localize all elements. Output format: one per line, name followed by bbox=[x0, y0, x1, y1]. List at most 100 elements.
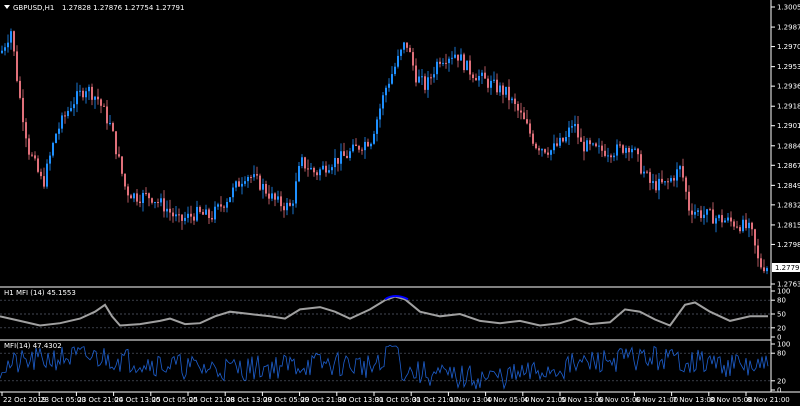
candle-body bbox=[25, 122, 27, 139]
candle-body bbox=[508, 86, 510, 101]
candle-body bbox=[514, 98, 516, 104]
candle-body bbox=[457, 54, 459, 61]
candle-body bbox=[283, 206, 285, 211]
candle-body bbox=[553, 143, 555, 151]
mfi-panel-2[interactable]: MFI(14) 47.4302 bbox=[0, 342, 771, 390]
candle-body bbox=[154, 202, 156, 204]
mfi-level-label: 50 bbox=[777, 311, 786, 319]
candle-body bbox=[619, 144, 621, 146]
candle-body bbox=[145, 192, 147, 194]
mfi1-axis: 1008050200 bbox=[771, 288, 790, 342]
candle-body bbox=[448, 58, 450, 64]
candle-body bbox=[172, 212, 174, 217]
candle-body bbox=[67, 110, 69, 117]
mfi-level-label: 20 bbox=[777, 377, 786, 385]
candle-body bbox=[235, 181, 237, 188]
candle-body bbox=[484, 72, 486, 79]
mfi-panel-1[interactable]: H1 MFI (14) 45.1553 bbox=[0, 289, 771, 329]
candle-body bbox=[583, 141, 585, 152]
candle-body bbox=[241, 183, 243, 187]
candle-body bbox=[604, 150, 606, 156]
candle-body bbox=[499, 85, 501, 93]
mfi1-line bbox=[0, 295, 768, 327]
candle-body bbox=[601, 145, 603, 151]
candle-body bbox=[55, 133, 57, 143]
candle-body bbox=[559, 137, 561, 146]
candle-body bbox=[658, 178, 660, 191]
trading-chart[interactable]: GBPUSD,H1 1.27828 1.27876 1.27754 1.2779… bbox=[0, 0, 800, 406]
candle-body bbox=[400, 49, 402, 56]
candle-body bbox=[655, 181, 657, 191]
candle-body bbox=[595, 143, 597, 147]
candle-body bbox=[739, 227, 741, 232]
chart-header: GBPUSD,H1 1.27828 1.27876 1.27754 1.2779… bbox=[4, 4, 184, 12]
candle-body bbox=[574, 123, 576, 127]
candle-body bbox=[712, 209, 714, 224]
candle-body bbox=[223, 206, 225, 208]
candle-body bbox=[748, 222, 750, 229]
candle-body bbox=[13, 31, 15, 52]
mfi1-title: H1 MFI (14) 45.1553 bbox=[4, 289, 76, 297]
candle-body bbox=[703, 214, 705, 218]
price-tick-label: 1.28670 bbox=[777, 162, 800, 170]
candle-body bbox=[262, 183, 264, 190]
candle-body bbox=[580, 137, 582, 142]
candle-body bbox=[355, 144, 357, 146]
candle-body bbox=[547, 152, 549, 155]
candle-body bbox=[202, 211, 204, 215]
candle-body bbox=[382, 95, 384, 109]
candle-body bbox=[196, 206, 198, 221]
candle-body bbox=[286, 202, 288, 211]
candle-body bbox=[136, 193, 138, 202]
candle-body bbox=[268, 193, 270, 199]
candle-body bbox=[505, 86, 507, 95]
candle-body bbox=[577, 123, 579, 138]
candle-body bbox=[610, 155, 612, 158]
candle-body bbox=[169, 208, 171, 213]
candle-body bbox=[43, 176, 45, 187]
candle-body bbox=[469, 60, 471, 75]
mfi-level-label: 100 bbox=[777, 288, 790, 296]
candle-body bbox=[208, 209, 210, 218]
candle-body bbox=[346, 155, 348, 158]
candle-body bbox=[34, 155, 36, 159]
candle-body bbox=[97, 96, 99, 100]
candle-body bbox=[664, 181, 666, 183]
candle-body bbox=[622, 145, 624, 153]
mfi-level-label: 80 bbox=[777, 350, 786, 358]
candle-body bbox=[352, 144, 354, 152]
candle-body bbox=[373, 133, 375, 144]
candle-body bbox=[46, 163, 48, 187]
candle-body bbox=[313, 167, 315, 173]
candle-body bbox=[388, 83, 390, 88]
candle-body bbox=[301, 157, 303, 167]
candle-body bbox=[121, 156, 123, 174]
candle-body bbox=[613, 155, 615, 158]
candle-body bbox=[736, 226, 738, 228]
candle-body bbox=[427, 77, 429, 90]
candle-body bbox=[550, 150, 552, 155]
candle-body bbox=[124, 173, 126, 187]
candle-body bbox=[589, 140, 591, 145]
price-panel[interactable]: GBPUSD,H1 1.27828 1.27876 1.27754 1.2779… bbox=[0, 0, 771, 286]
candle-body bbox=[397, 55, 399, 67]
mfi-level-label: 80 bbox=[777, 297, 786, 305]
candle-body bbox=[190, 213, 192, 217]
candle-body bbox=[292, 203, 294, 206]
candle-body bbox=[565, 137, 567, 142]
mfi-level-label: 100 bbox=[777, 341, 790, 349]
candle-body bbox=[502, 85, 504, 95]
candle-body bbox=[298, 166, 300, 182]
candle-body bbox=[766, 268, 768, 272]
price-tick-label: 1.28840 bbox=[777, 142, 800, 150]
candle-body bbox=[274, 193, 276, 200]
candle-body bbox=[667, 181, 669, 183]
candle-body bbox=[112, 123, 114, 132]
candle-body bbox=[445, 62, 447, 64]
price-tick-label: 1.27980 bbox=[777, 241, 800, 249]
candle-body bbox=[409, 47, 411, 53]
candle-body bbox=[205, 209, 207, 215]
candle-body bbox=[472, 74, 474, 79]
candle-body bbox=[40, 171, 42, 177]
price-tick-label: 1.29360 bbox=[777, 83, 800, 91]
